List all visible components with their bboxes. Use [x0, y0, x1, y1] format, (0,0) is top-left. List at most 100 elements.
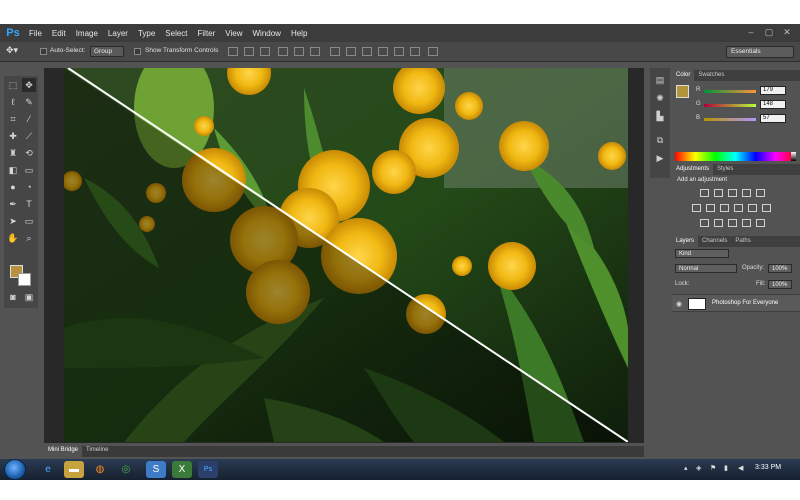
hue-saturation-icon[interactable]: [692, 204, 701, 212]
menu-window[interactable]: Window: [248, 29, 286, 38]
menu-type[interactable]: Type: [133, 29, 160, 38]
dodge-tool-icon[interactable]: ◔: [22, 180, 36, 194]
lasso-tool-icon[interactable]: ℓ: [6, 95, 20, 109]
actions-icon[interactable]: ▶: [654, 152, 666, 164]
firefox-icon[interactable]: ◍: [90, 461, 110, 478]
flag-icon[interactable]: ⚑: [710, 464, 716, 472]
eyedropper-tool-icon[interactable]: ⁄: [22, 112, 36, 126]
explorer-icon[interactable]: ▬: [64, 461, 84, 478]
brightness-contrast-icon[interactable]: [700, 189, 709, 197]
green-slider[interactable]: [704, 104, 756, 107]
menu-edit[interactable]: Edit: [47, 29, 71, 38]
gradient-map-icon[interactable]: [742, 219, 751, 227]
green-value-input[interactable]: 148: [760, 100, 786, 109]
maximize-button[interactable]: ▢: [762, 26, 776, 38]
gradient-tool-icon[interactable]: ▭: [22, 163, 36, 177]
align-bottom-icon[interactable]: [260, 47, 270, 56]
levels-icon[interactable]: [714, 189, 723, 197]
menu-help[interactable]: Help: [286, 29, 312, 38]
align-right-icon[interactable]: [310, 47, 320, 56]
eraser-tool-icon[interactable]: ◧: [6, 163, 20, 177]
workspace-switcher[interactable]: Essentials: [726, 46, 794, 58]
menu-file[interactable]: File: [24, 29, 47, 38]
history-icon[interactable]: ⧉: [654, 134, 666, 146]
distribute-top-icon[interactable]: [330, 47, 340, 56]
background-color-swatch[interactable]: [18, 273, 31, 286]
pen-tool-icon[interactable]: ✒: [6, 197, 20, 211]
menu-view[interactable]: View: [220, 29, 247, 38]
layer-name[interactable]: Photoshop For Everyone: [712, 300, 778, 306]
tab-timeline[interactable]: Timeline: [82, 446, 112, 457]
clock[interactable]: 3:33 PM: [755, 464, 781, 471]
type-tool-icon[interactable]: T: [22, 197, 36, 211]
quick-mask-icon[interactable]: ◙: [6, 290, 20, 304]
distribute-vcenter-icon[interactable]: [346, 47, 356, 56]
distribute-hcenter-icon[interactable]: [394, 47, 404, 56]
visibility-eye-icon[interactable]: ◉: [676, 300, 682, 308]
zoom-tool-icon[interactable]: ⌕: [22, 231, 36, 245]
color-balance-icon[interactable]: [706, 204, 715, 212]
tray-app-icon[interactable]: ◈: [696, 464, 701, 472]
history-brush-tool-icon[interactable]: ⟲: [22, 146, 36, 160]
exposure-icon[interactable]: [742, 189, 751, 197]
blend-mode-dropdown[interactable]: Normal: [675, 264, 737, 273]
black-white-icon[interactable]: [720, 204, 729, 212]
info-icon[interactable]: ▙: [654, 110, 666, 122]
start-button[interactable]: [4, 459, 26, 480]
chrome-icon[interactable]: ◎: [116, 461, 136, 478]
menu-image[interactable]: Image: [71, 29, 103, 38]
auto-select-dropdown[interactable]: Group: [90, 46, 124, 57]
tab-paths[interactable]: Paths: [731, 236, 754, 247]
tab-styles[interactable]: Styles: [713, 164, 737, 175]
crop-tool-icon[interactable]: ⌗: [6, 112, 20, 126]
color-spectrum[interactable]: [675, 152, 796, 161]
close-button[interactable]: ✕: [780, 26, 794, 38]
quick-select-tool-icon[interactable]: ✎: [22, 95, 36, 109]
blue-slider[interactable]: [704, 118, 756, 121]
tab-swatches[interactable]: Swatches: [694, 70, 728, 81]
skype-icon[interactable]: S: [146, 461, 166, 478]
align-hcenter-icon[interactable]: [294, 47, 304, 56]
invert-icon[interactable]: [700, 219, 709, 227]
tab-adjustments[interactable]: Adjustments: [672, 164, 714, 175]
tab-mini-bridge[interactable]: Mini Bridge: [44, 446, 83, 457]
brush-tool-icon[interactable]: ⟋: [22, 129, 36, 143]
red-value-input[interactable]: 179: [760, 86, 786, 95]
distribute-right-icon[interactable]: [410, 47, 420, 56]
vibrance-icon[interactable]: [756, 189, 765, 197]
network-icon[interactable]: ▮: [724, 464, 728, 472]
navigator-icon[interactable]: ✺: [654, 92, 666, 104]
layer-filter-kind-dropdown[interactable]: Kind: [675, 249, 729, 258]
document-canvas[interactable]: [44, 68, 644, 443]
screen-mode-icon[interactable]: ▣: [22, 290, 36, 304]
align-vcenter-icon[interactable]: [244, 47, 254, 56]
marquee-tool-icon[interactable]: ⬚: [6, 78, 20, 92]
align-left-icon[interactable]: [278, 47, 288, 56]
histogram-icon[interactable]: ▤: [654, 74, 666, 86]
menu-filter[interactable]: Filter: [193, 29, 221, 38]
move-tool-preset-icon[interactable]: ✥▾: [6, 45, 18, 56]
healing-brush-tool-icon[interactable]: ✚: [6, 129, 20, 143]
posterize-icon[interactable]: [714, 219, 723, 227]
color-panel-foreground-swatch[interactable]: [676, 85, 689, 98]
excel-icon[interactable]: X: [172, 461, 192, 478]
tray-expand-icon[interactable]: ▴: [684, 464, 688, 472]
auto-select-checkbox[interactable]: [40, 48, 47, 55]
tab-color[interactable]: Color: [672, 70, 695, 81]
photoshop-icon[interactable]: Ps: [198, 461, 218, 478]
minimize-button[interactable]: –: [744, 26, 758, 38]
distribute-left-icon[interactable]: [378, 47, 388, 56]
blur-tool-icon[interactable]: ●: [6, 180, 20, 194]
rectangle-tool-icon[interactable]: ▭: [22, 214, 36, 228]
red-slider[interactable]: [704, 90, 756, 93]
layer-row[interactable]: ◉ Photoshop For Everyone: [672, 294, 800, 312]
fill-input[interactable]: 100%: [768, 280, 792, 289]
color-lookup-icon[interactable]: [762, 204, 771, 212]
volume-icon[interactable]: ◀: [738, 464, 743, 472]
tab-channels[interactable]: Channels: [698, 236, 731, 247]
distribute-bottom-icon[interactable]: [362, 47, 372, 56]
grayscale-ramp[interactable]: [791, 152, 796, 161]
curves-icon[interactable]: [728, 189, 737, 197]
channel-mixer-icon[interactable]: [748, 204, 757, 212]
photo-filter-icon[interactable]: [734, 204, 743, 212]
